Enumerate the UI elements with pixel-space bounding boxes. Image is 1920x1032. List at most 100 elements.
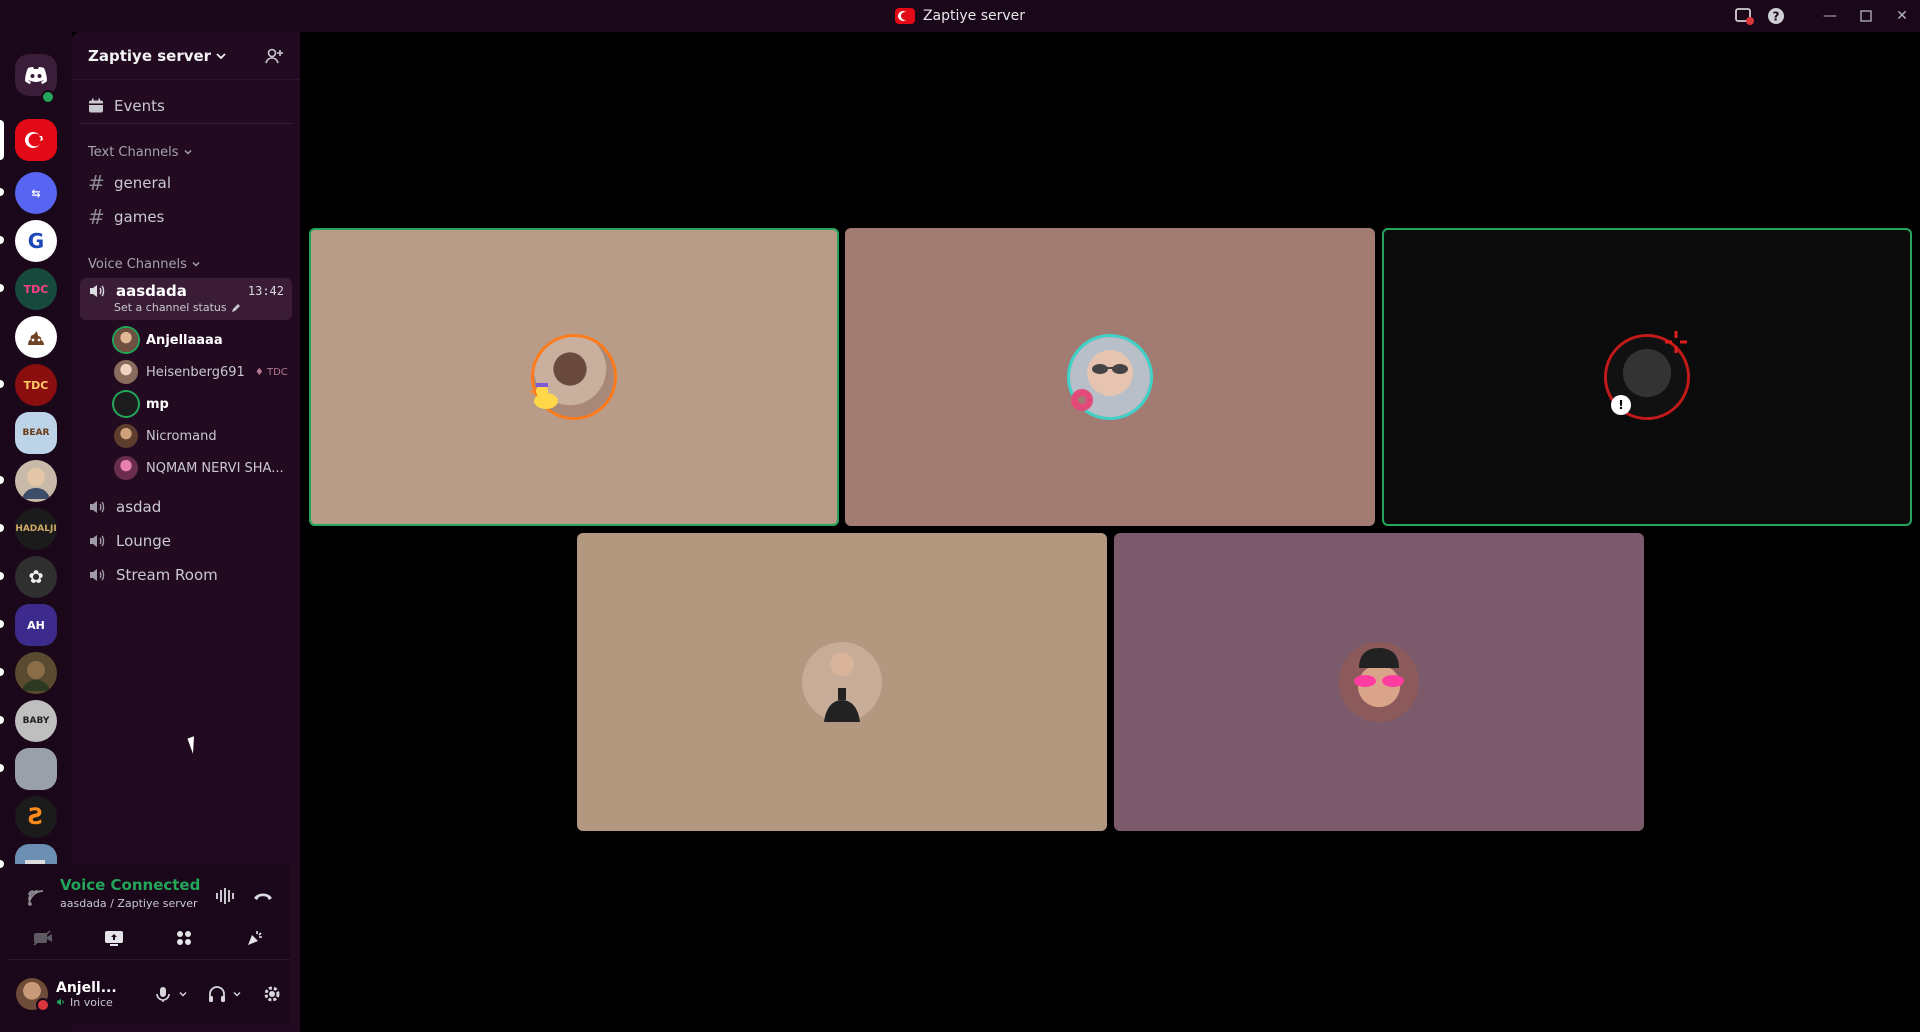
person-figure-icon [824, 688, 860, 722]
server-babynews-icon[interactable]: BABY [15, 700, 57, 742]
server-5-icon[interactable] [15, 316, 57, 358]
avatar[interactable] [16, 978, 50, 1012]
voice-member[interactable]: Anjellaaaa [114, 324, 300, 356]
participant-tile[interactable]: ! [1382, 228, 1912, 526]
minimize-icon[interactable]: — [1812, 0, 1848, 32]
unread-indicator [0, 524, 4, 532]
pink-glasses-icon [1354, 675, 1404, 687]
signal-icon[interactable] [26, 888, 46, 908]
speaker-icon [90, 501, 105, 513]
voice-channel-path[interactable]: aasdada / Zaptiye server [60, 897, 198, 910]
mouse-cursor [187, 736, 200, 754]
close-icon[interactable]: ✕ [1884, 0, 1920, 32]
activities-button[interactable] [156, 922, 212, 954]
window-title: Zaptiye server [894, 8, 1025, 24]
current-user: Anjell... In voice [8, 970, 290, 1018]
user-controls [154, 984, 282, 1004]
donut-decoration-icon [1071, 389, 1093, 411]
disconnect-icon[interactable] [252, 888, 274, 904]
pencil-icon [231, 303, 240, 312]
server-hadalji-icon[interactable]: HADALJI [15, 508, 57, 550]
screen-share-button[interactable] [86, 922, 142, 954]
server-11-icon[interactable]: AH [15, 604, 57, 646]
microphone-icon[interactable] [154, 985, 172, 1003]
voice-connected-panel: Voice Connected aasdada / Zaptiye server [8, 864, 290, 960]
server-7-icon[interactable]: BEAR [15, 412, 57, 454]
hashtag-icon: # [88, 205, 105, 229]
voice-channel-asdad[interactable]: asdad [80, 490, 292, 524]
channel-status[interactable]: Set a channel status [114, 301, 284, 314]
voice-member[interactable]: Heisenberg691 ♦ TDC [114, 356, 300, 388]
server-name[interactable]: Zaptiye server [88, 47, 227, 65]
gear-icon[interactable] [262, 984, 282, 1004]
voice-active-badge-icon [41, 90, 55, 104]
chevron-down-icon [184, 150, 192, 155]
call-timer: 13:42 [247, 284, 284, 298]
camera-button[interactable] [15, 922, 71, 954]
voice-channel-aasdada[interactable]: aasdada 13:42 Set a channel status [80, 278, 292, 320]
voice-member[interactable]: Nicromand [114, 420, 300, 452]
voice-member[interactable]: mp [114, 388, 300, 420]
unread-indicator [0, 860, 4, 868]
voice-member[interactable]: NQMAM NERVI SHA... [114, 452, 300, 484]
server-12-icon[interactable] [15, 652, 57, 694]
invite-people-icon[interactable] [264, 46, 284, 66]
avatar [114, 424, 138, 448]
unread-indicator [0, 188, 4, 196]
server-tdc-icon[interactable]: TDC [15, 268, 57, 310]
calendar-icon [89, 98, 103, 112]
cap-icon [1359, 648, 1399, 668]
inbox-icon[interactable] [1728, 0, 1760, 32]
participant-tile[interactable] [845, 228, 1375, 526]
selected-server-indicator [0, 120, 4, 160]
screen-share-icon [104, 931, 123, 946]
server-3-icon[interactable]: G [15, 220, 57, 262]
window-controls: ? — ✕ [1728, 0, 1920, 32]
camera-off-icon [33, 930, 53, 946]
server-10-icon[interactable]: ✿ [15, 556, 57, 598]
unread-indicator [0, 620, 4, 628]
unread-indicator [0, 476, 4, 484]
headphones-icon[interactable] [208, 985, 226, 1003]
participant-tile[interactable] [577, 533, 1107, 831]
chevron-down-icon[interactable] [232, 989, 242, 999]
speaker-icon [57, 998, 64, 1006]
hashtag-icon: # [88, 171, 105, 195]
voice-channel-lounge[interactable]: Lounge [80, 524, 292, 558]
voice-connected-label[interactable]: Voice Connected [60, 876, 200, 894]
maximize-icon[interactable] [1848, 0, 1884, 32]
category-voice-channels[interactable]: Voice Channels [72, 254, 300, 274]
server-6-icon[interactable]: TDC [15, 364, 57, 406]
chevron-down-icon[interactable] [178, 989, 188, 999]
title-bar: Zaptiye server ? — ✕ [0, 0, 1920, 32]
user-panel: Voice Connected aasdada / Zaptiye server… [8, 864, 290, 1024]
soundboard-button[interactable] [227, 922, 283, 954]
voice-channel-stream-room[interactable]: Stream Room [80, 558, 292, 592]
channel-general[interactable]: # general [80, 166, 292, 200]
user-info[interactable]: Anjell... In voice [56, 980, 117, 1009]
unread-indicator [0, 716, 4, 724]
activities-icon [177, 931, 192, 945]
voice-call-stage: ! [300, 32, 1920, 1032]
server-8-icon[interactable] [15, 460, 57, 502]
speaker-icon [90, 535, 105, 547]
chevron-down-icon [216, 52, 226, 59]
server-2-icon[interactable]: ⇆ [15, 172, 57, 214]
server-14-icon[interactable] [15, 748, 57, 790]
avatar [802, 642, 882, 722]
unread-indicator [0, 236, 4, 244]
participant-tile[interactable] [309, 228, 839, 526]
help-icon[interactable]: ? [1760, 0, 1792, 32]
noise-suppression-icon[interactable] [214, 886, 236, 906]
category-text-channels[interactable]: Text Channels [72, 142, 300, 162]
server-tag-badge: ♦ TDC [254, 366, 288, 378]
server-15-icon[interactable]: Ƨ [15, 796, 57, 838]
events-item[interactable]: Events [80, 88, 292, 124]
speaker-icon [90, 285, 105, 297]
participant-tile[interactable] [1114, 533, 1644, 831]
avatar [1339, 642, 1419, 722]
server-zaptiye-icon[interactable] [15, 119, 57, 161]
avatar [1070, 337, 1150, 417]
server-header[interactable]: Zaptiye server [72, 32, 300, 80]
channel-games[interactable]: # games [80, 200, 292, 234]
